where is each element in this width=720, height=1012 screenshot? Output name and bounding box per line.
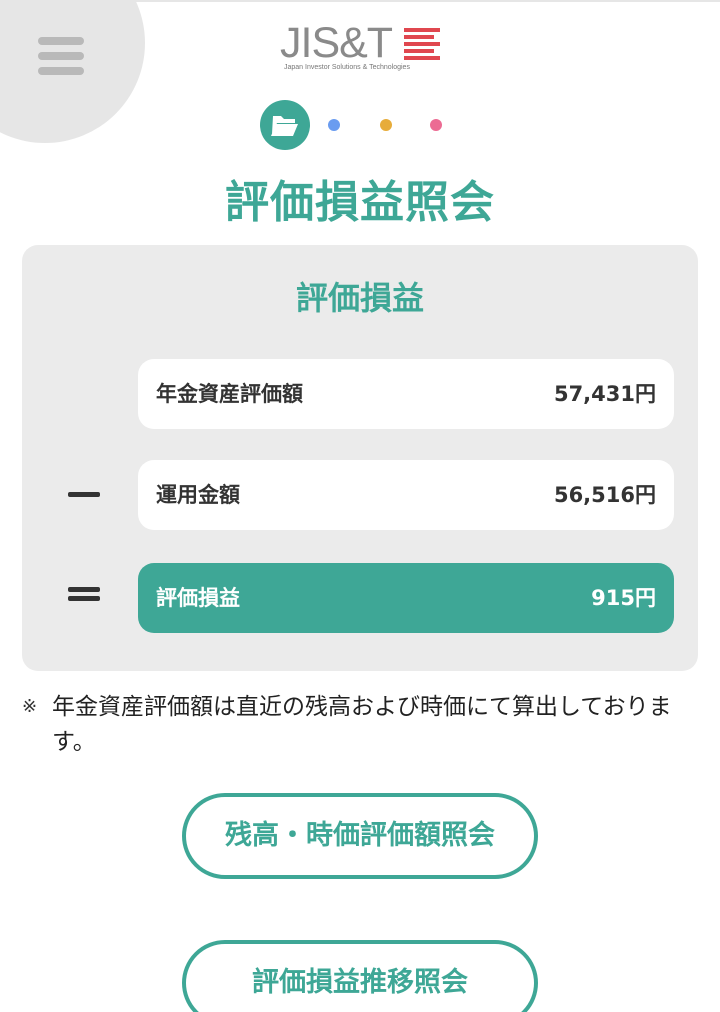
row-label: 年金資産評価額 [156, 382, 303, 406]
logo-e-mark [404, 26, 440, 64]
logo-text: JIS&T [280, 19, 393, 67]
balance-market-value-inquiry-button[interactable]: 残高・時価評価額照会 [182, 793, 538, 879]
row-value: 57,431円 [553, 382, 656, 406]
logo-subtitle: Japan Investor Solutions & Technologies [284, 64, 410, 71]
folder-open-icon [271, 116, 298, 136]
row-valuation-gain-loss: 評価損益 915円 [138, 563, 674, 633]
row-pension-asset-value: 年金資産評価額 57,431円 [138, 359, 674, 429]
step-dot-2 [328, 119, 340, 131]
note-text: 年金資産評価額は直近の残高および時価にて算出しております。 [52, 694, 672, 755]
equals-operator-icon [68, 587, 100, 601]
step-dot-4 [430, 119, 442, 131]
step-dot-3 [380, 119, 392, 131]
row-value: 915円 [591, 586, 656, 610]
menu-button[interactable] [0, 0, 145, 143]
summary-title: 評価損益 [295, 279, 424, 317]
note-mark: ※ [22, 696, 38, 717]
step-current [260, 100, 310, 150]
valuation-summary-panel: 評価損益 年金資産評価額 57,431円 運用金額 56,516円 評価損益 9… [22, 245, 698, 671]
hamburger-menu-icon[interactable] [38, 37, 84, 75]
row-investment-amount: 運用金額 56,516円 [138, 460, 674, 530]
page-title: 評価損益照会 [225, 177, 495, 228]
row-label: 評価損益 [156, 586, 240, 610]
step-indicator [260, 100, 460, 150]
row-label: 運用金額 [156, 483, 240, 507]
jist-logo: JIS&T Japan Investor Solutions & Technol… [280, 19, 442, 74]
row-value: 56,516円 [553, 483, 656, 507]
gain-loss-history-inquiry-button[interactable]: 評価損益推移照会 [182, 940, 538, 1012]
page: JIS&T Japan Investor Solutions & Technol… [0, 0, 720, 1012]
minus-operator-icon [68, 492, 100, 497]
